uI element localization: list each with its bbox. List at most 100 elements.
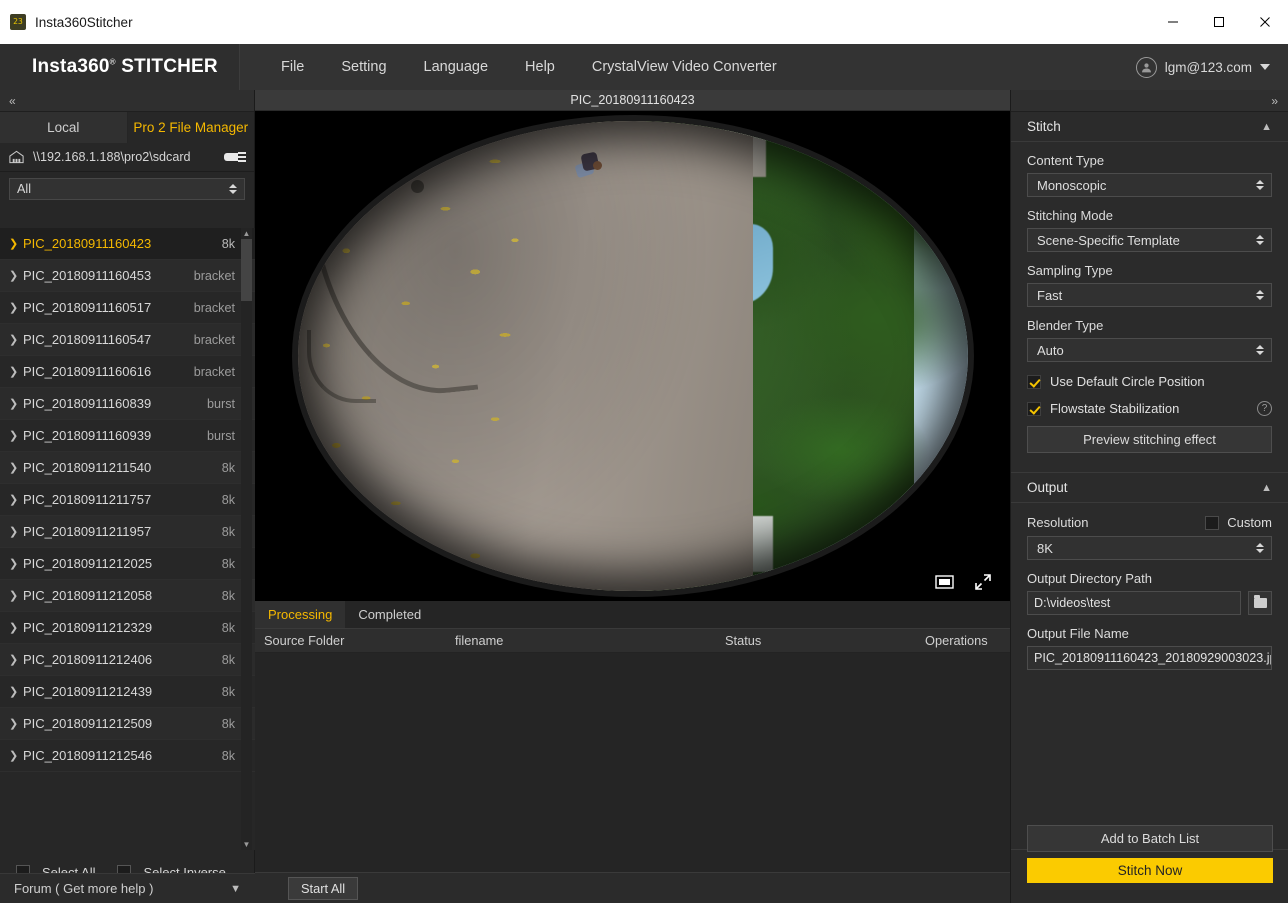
menu-item-file[interactable]: File bbox=[281, 59, 304, 75]
output-directory-input[interactable] bbox=[1027, 591, 1241, 615]
file-tag: 8k bbox=[221, 492, 235, 507]
file-list-item[interactable]: ❯ PIC_20180911212329 8k bbox=[0, 612, 255, 644]
file-tag: bracket bbox=[193, 268, 235, 283]
file-list-item[interactable]: ❯ PIC_20180911160839 burst bbox=[0, 388, 255, 420]
chevron-right-icon[interactable]: ❯ bbox=[9, 397, 23, 410]
account-menu[interactable]: lgm@123.com bbox=[1135, 44, 1270, 90]
maximize-icon[interactable] bbox=[1196, 0, 1242, 44]
content-type-select[interactable]: Monoscopic bbox=[1027, 173, 1272, 197]
use-default-circle-checkbox[interactable] bbox=[1027, 374, 1041, 389]
sampling-type-select[interactable]: Fast bbox=[1027, 283, 1272, 307]
chevron-right-icon[interactable]: ❯ bbox=[9, 301, 23, 314]
chevron-right-icon[interactable]: ❯ bbox=[9, 653, 23, 666]
tab-completed[interactable]: Completed bbox=[345, 600, 434, 628]
chevron-right-icon[interactable]: ❯ bbox=[9, 621, 23, 634]
tab-processing[interactable]: Processing bbox=[255, 600, 346, 628]
stitch-section-header[interactable]: Stitch ▲ bbox=[1011, 112, 1288, 142]
scroll-down-arrow-icon[interactable]: ▼ bbox=[241, 839, 252, 850]
file-list-item[interactable]: ❯ PIC_20180911160616 bracket bbox=[0, 356, 255, 388]
file-tag: bracket bbox=[193, 300, 235, 315]
preview-stitching-effect-button[interactable]: Preview stitching effect bbox=[1027, 426, 1272, 453]
file-list-item[interactable]: ❯ PIC_20180911212025 8k bbox=[0, 548, 255, 580]
chevron-right-icon[interactable]: ❯ bbox=[9, 717, 23, 730]
stitching-mode-select[interactable]: Scene-Specific Template bbox=[1027, 228, 1272, 252]
file-tag: 8k bbox=[221, 588, 235, 603]
file-filter-wrapper: All bbox=[0, 172, 254, 205]
chevron-right-icon[interactable]: ❯ bbox=[9, 749, 23, 762]
start-all-button[interactable]: Start All bbox=[288, 876, 359, 900]
file-list-item[interactable]: ❯ PIC_20180911212546 8k bbox=[0, 740, 255, 772]
file-tag: 8k bbox=[221, 716, 235, 731]
output-directory-label: Output Directory Path bbox=[1027, 571, 1152, 586]
file-tag: bracket bbox=[193, 364, 235, 379]
collapse-right-panel-button[interactable]: » bbox=[1011, 90, 1288, 112]
file-list-item[interactable]: ❯ PIC_20180911160453 bracket bbox=[0, 260, 255, 292]
chevron-right-icon[interactable]: ❯ bbox=[9, 589, 23, 602]
file-list-item[interactable]: ❯ PIC_20180911212439 8k bbox=[0, 676, 255, 708]
file-tag: 8k bbox=[221, 556, 235, 571]
browse-folder-button[interactable] bbox=[1248, 591, 1272, 615]
chevron-right-icon[interactable]: ❯ bbox=[9, 237, 23, 250]
chevron-right-icon[interactable]: ❯ bbox=[9, 365, 23, 378]
add-to-batch-list-button[interactable]: Add to Batch List bbox=[1027, 825, 1273, 852]
close-icon[interactable] bbox=[1242, 0, 1288, 44]
stitching-mode-label: Stitching Mode bbox=[1027, 208, 1113, 223]
file-list-item[interactable]: ❯ PIC_20180911211757 8k bbox=[0, 484, 255, 516]
file-list-item[interactable]: ❯ PIC_20180911211957 8k bbox=[0, 516, 255, 548]
custom-checkbox[interactable] bbox=[1205, 515, 1220, 530]
fullscreen-expand-icon[interactable] bbox=[974, 573, 992, 591]
file-list-item[interactable]: ❯ PIC_20180911212058 8k bbox=[0, 580, 255, 612]
file-list-item[interactable]: ❯ PIC_20180911160423 8k bbox=[0, 228, 255, 260]
resolution-select[interactable]: 8K bbox=[1027, 536, 1272, 560]
file-tag: 8k bbox=[221, 652, 235, 667]
blender-type-select[interactable]: Auto bbox=[1027, 338, 1272, 362]
flowstate-checkbox[interactable] bbox=[1027, 401, 1041, 416]
scrollbar-thumb[interactable] bbox=[241, 239, 252, 301]
chevron-down-icon[interactable]: ▼ bbox=[230, 883, 241, 895]
file-tag: 8k bbox=[221, 460, 235, 475]
file-filter-select[interactable]: All bbox=[9, 178, 245, 200]
chevron-right-icon[interactable]: ❯ bbox=[9, 493, 23, 506]
forum-help-label: Forum ( Get more help ) bbox=[14, 881, 154, 896]
image-preview-area[interactable] bbox=[255, 111, 1010, 601]
file-list-scrollbar[interactable]: ▲ ▼ bbox=[241, 228, 252, 850]
menu-item-language[interactable]: Language bbox=[424, 59, 489, 75]
chevron-right-icon[interactable]: ❯ bbox=[9, 557, 23, 570]
output-filename-input[interactable] bbox=[1027, 646, 1272, 670]
chevron-right-icon[interactable]: ❯ bbox=[9, 525, 23, 538]
output-section-header[interactable]: Output ▲ bbox=[1011, 473, 1288, 503]
menu-item-setting[interactable]: Setting bbox=[341, 59, 386, 75]
question-mark-icon[interactable]: ? bbox=[1257, 401, 1272, 416]
chevron-down-icon[interactable] bbox=[1260, 64, 1270, 70]
chevron-right-icon[interactable]: ❯ bbox=[9, 685, 23, 698]
screen-fit-icon[interactable] bbox=[935, 575, 954, 589]
file-list-item[interactable]: ❯ PIC_20180911160547 bracket bbox=[0, 324, 255, 356]
chevron-up-icon[interactable]: ▲ bbox=[1261, 121, 1272, 133]
device-path-row: \\192.168.1.188\pro2\sdcard bbox=[0, 143, 254, 172]
chevron-up-icon[interactable]: ▲ bbox=[1261, 482, 1272, 494]
chevron-right-icon[interactable]: ❯ bbox=[9, 333, 23, 346]
collapse-left-panel-button[interactable]: « bbox=[0, 90, 254, 112]
file-list-item[interactable]: ❯ PIC_20180911212509 8k bbox=[0, 708, 255, 740]
file-list-item[interactable]: ❯ PIC_20180911212406 8k bbox=[0, 644, 255, 676]
file-tag: bracket bbox=[193, 332, 235, 347]
chevron-right-icon[interactable]: ❯ bbox=[9, 429, 23, 442]
file-list[interactable]: ❯ PIC_20180911160423 8k ❯ PIC_20180911160453… bbox=[0, 228, 255, 850]
chevron-right-icon[interactable]: ❯ bbox=[9, 461, 23, 474]
chevron-right-icon[interactable]: ❯ bbox=[9, 269, 23, 282]
file-list-item[interactable]: ❯ PIC_20180911160939 burst bbox=[0, 420, 255, 452]
file-list-item[interactable]: ❯ PIC_20180911160517 bracket bbox=[0, 292, 255, 324]
stitch-now-button[interactable]: Stitch Now bbox=[1027, 858, 1273, 883]
menu-item-crystalview-video-converter[interactable]: CrystalView Video Converter bbox=[592, 59, 777, 75]
device-path-text: \\192.168.1.188\pro2\sdcard bbox=[33, 150, 191, 164]
forum-help-bar[interactable]: Forum ( Get more help ) ▼ bbox=[0, 873, 255, 903]
scroll-up-arrow-icon[interactable]: ▲ bbox=[241, 228, 252, 239]
tab-local[interactable]: Local bbox=[0, 112, 128, 143]
file-list-item[interactable]: ❯ PIC_20180911211540 8k bbox=[0, 452, 255, 484]
menu-item-help[interactable]: Help bbox=[525, 59, 555, 75]
folder-icon bbox=[1253, 595, 1267, 608]
minimize-icon[interactable] bbox=[1150, 0, 1196, 44]
file-tag: 8k bbox=[221, 524, 235, 539]
tab-pro2-file-manager[interactable]: Pro 2 File Manager bbox=[127, 112, 254, 143]
column-header-source-folder: Source Folder bbox=[264, 633, 345, 648]
